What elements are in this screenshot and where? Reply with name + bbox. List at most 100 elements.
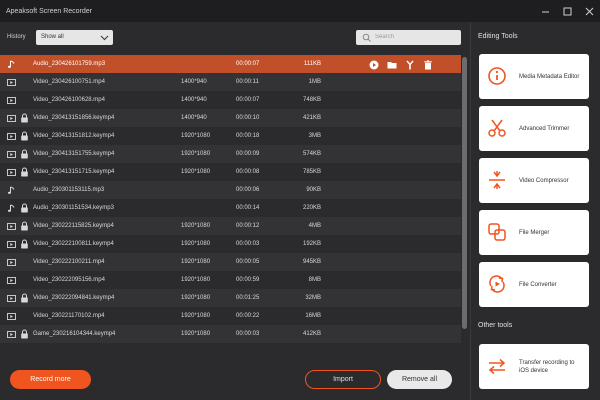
toolbar: History Show all bbox=[0, 22, 470, 54]
file-size: 574KB bbox=[302, 151, 321, 157]
history-dropdown[interactable]: Show all bbox=[36, 30, 113, 45]
table-row[interactable]: Audio_230426101759.mp3 00:00:07 111KB bbox=[0, 55, 461, 73]
file-duration: 00:00:07 bbox=[236, 97, 260, 103]
file-name: Video_230222100211.mp4 bbox=[33, 259, 105, 265]
table-row[interactable]: Video_230413151715.keymp4 1920*1080 00:00:… bbox=[0, 163, 461, 181]
merge-icon bbox=[486, 221, 508, 243]
remove-all-button[interactable]: Remove all bbox=[387, 370, 452, 389]
record-more-button[interactable]: Record more bbox=[10, 370, 91, 389]
video-file-icon bbox=[7, 294, 16, 305]
table-row[interactable]: Video_230222100211.mp4 1920*1080 00:00:05 9… bbox=[0, 253, 461, 271]
file-duration: 00:00:14 bbox=[236, 205, 260, 211]
file-name: Audio_230301153115.mp3 bbox=[33, 187, 105, 193]
folder-button[interactable] bbox=[386, 59, 397, 70]
table-row[interactable]: Video_230413151856.keymp4 1400*940 00:00:1… bbox=[0, 109, 461, 127]
file-name: Video_230426100628.mp4 bbox=[33, 97, 105, 103]
file-size: 3MB bbox=[308, 133, 321, 139]
tool-label: Media Metadata Editor bbox=[519, 73, 580, 80]
file-duration: 00:00:59 bbox=[236, 277, 260, 283]
table-row[interactable]: Video_230222095156.mp4 1920*1080 00:00:59 8… bbox=[0, 271, 461, 289]
file-duration: 00:00:18 bbox=[236, 133, 260, 139]
file-duration: 00:00:06 bbox=[236, 187, 260, 193]
scroll-thumb[interactable] bbox=[462, 57, 467, 329]
recording-list: Audio_230426101759.mp3 00:00:07 111KB Video… bbox=[0, 55, 461, 360]
file-resolution: 1920*1080 bbox=[181, 133, 211, 139]
file-size: 16MB bbox=[305, 313, 321, 319]
file-name: Video_230222100811.keymp4 bbox=[33, 241, 114, 247]
search-input[interactable] bbox=[375, 31, 455, 43]
audio-file-icon bbox=[7, 60, 16, 71]
transfer-icon bbox=[486, 355, 508, 377]
tool-transfer-to-ios[interactable]: Transfer recording to iOS device bbox=[479, 344, 589, 389]
file-resolution: 1920*1080 bbox=[181, 331, 211, 337]
editing-tools-heading: Editing Tools bbox=[478, 33, 518, 40]
close-button[interactable] bbox=[578, 0, 600, 22]
edit-tools-button[interactable] bbox=[404, 59, 415, 70]
lock-icon bbox=[20, 113, 29, 125]
edit-tools-icon bbox=[405, 60, 414, 69]
minimize-button[interactable] bbox=[534, 0, 556, 22]
tool-label: Advanced Trimmer bbox=[519, 125, 570, 132]
file-size: 748KB bbox=[302, 97, 321, 103]
lock-icon bbox=[20, 329, 29, 341]
audio-file-icon bbox=[7, 204, 16, 215]
table-row[interactable]: Video_230426100751.mp4 1400*940 00:00:11 1M… bbox=[0, 73, 461, 91]
file-size: 412KB bbox=[302, 331, 321, 337]
lock-icon bbox=[20, 131, 29, 143]
file-size: 32MB bbox=[305, 295, 321, 301]
title-bar: Apeaksoft Screen Recorder bbox=[0, 0, 600, 22]
file-resolution: 1400*940 bbox=[181, 97, 207, 103]
tools-panel: Editing Tools Media Metadata Editor Adva… bbox=[470, 22, 600, 400]
lock-icon bbox=[20, 149, 29, 161]
tool-label: File Converter bbox=[519, 281, 557, 288]
row-actions bbox=[368, 59, 433, 70]
table-row[interactable]: Video_230222094841.keymp4 1920*1080 00:01:… bbox=[0, 289, 461, 307]
file-duration: 00:00:22 bbox=[236, 313, 260, 319]
compress-icon bbox=[486, 169, 508, 191]
maximize-icon bbox=[563, 7, 571, 15]
tool-video-compressor[interactable]: Video Compressor bbox=[479, 158, 589, 203]
file-size: 90KB bbox=[306, 187, 321, 193]
file-duration: 00:00:12 bbox=[236, 223, 260, 229]
table-row[interactable]: Video_230222115825.keymp4 1920*1080 00:00:… bbox=[0, 217, 461, 235]
file-size: 8MB bbox=[308, 277, 321, 283]
trash-button[interactable] bbox=[422, 59, 433, 70]
table-row[interactable]: Audio_230301151534.keymp3 00:00:14 220KB bbox=[0, 199, 461, 217]
table-row[interactable]: Audio_230301153115.mp3 00:00:06 90KB bbox=[0, 181, 461, 199]
table-row[interactable]: Video_230413151812.keymp4 1920*1080 00:00:… bbox=[0, 127, 461, 145]
file-resolution: 1920*1080 bbox=[181, 151, 211, 157]
table-row[interactable]: Video_230222100811.keymp4 1920*1080 00:00:… bbox=[0, 235, 461, 253]
file-resolution: 1400*940 bbox=[181, 79, 207, 85]
file-name: Video_230222115825.keymp4 bbox=[33, 223, 114, 229]
folder-icon bbox=[387, 61, 396, 68]
table-row[interactable]: Video_230413151755.keymp4 1920*1080 00:00:… bbox=[0, 145, 461, 163]
video-file-icon bbox=[7, 96, 16, 107]
list-scrollbar[interactable] bbox=[461, 55, 468, 360]
bottom-bar: Record more Import Remove all bbox=[0, 360, 470, 400]
video-file-icon bbox=[7, 132, 16, 143]
play-button[interactable] bbox=[368, 59, 379, 70]
table-row[interactable]: Video_230221170102.mp4 1920*1080 00:00:22 1… bbox=[0, 307, 461, 325]
file-name: Game_230216104344.keymp4 bbox=[33, 331, 116, 337]
table-row[interactable]: Game_230216104344.keymp4 1920*1080 00:00:0… bbox=[0, 325, 461, 343]
video-file-icon bbox=[7, 276, 16, 287]
file-name: Video_230222094841.keymp4 bbox=[33, 295, 115, 301]
tool-file-converter[interactable]: File Converter bbox=[479, 262, 589, 307]
tool-media-metadata-editor[interactable]: Media Metadata Editor bbox=[479, 54, 589, 99]
lock-icon bbox=[20, 221, 29, 233]
file-size: 945KB bbox=[302, 259, 321, 265]
file-name: Video_230222095156.mp4 bbox=[33, 277, 105, 283]
maximize-button[interactable] bbox=[556, 0, 578, 22]
table-row[interactable]: Video_230426100628.mp4 1400*940 00:00:07 74… bbox=[0, 91, 461, 109]
chevron-down-icon bbox=[100, 35, 109, 41]
file-duration: 00:01:25 bbox=[236, 295, 260, 301]
tool-label: Transfer recording to iOS device bbox=[519, 359, 575, 374]
tool-advanced-trimmer[interactable]: Advanced Trimmer bbox=[479, 106, 589, 151]
file-size: 1MB bbox=[308, 79, 321, 85]
video-file-icon bbox=[7, 330, 16, 341]
import-button[interactable]: Import bbox=[305, 370, 381, 389]
video-file-icon bbox=[7, 150, 16, 161]
search-box[interactable] bbox=[356, 30, 461, 45]
minimize-icon bbox=[541, 11, 549, 12]
tool-file-merger[interactable]: File Merger bbox=[479, 210, 589, 255]
